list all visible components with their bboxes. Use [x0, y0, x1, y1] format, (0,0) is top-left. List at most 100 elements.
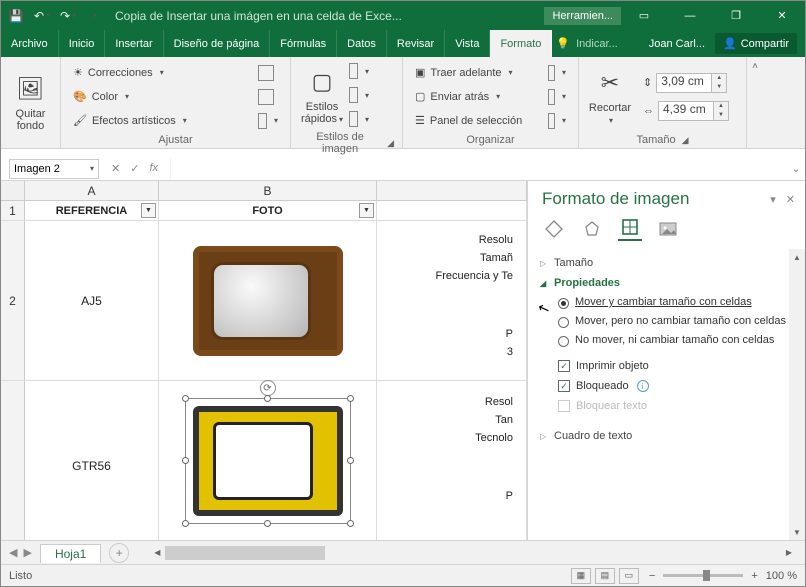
- picture-layout-button[interactable]: ▾: [345, 108, 373, 130]
- send-backward-button[interactable]: ▢Enviar atrás▾: [411, 86, 544, 108]
- resize-handle-n[interactable]: [264, 395, 271, 402]
- color-button[interactable]: 🎨Color▾: [69, 86, 254, 108]
- row-header-2[interactable]: 2: [1, 221, 25, 380]
- task-pane-options-icon[interactable]: ▾: [770, 193, 776, 206]
- align-button[interactable]: ▾: [544, 62, 570, 84]
- picture-effects-button[interactable]: ▾: [345, 84, 373, 106]
- rotate-handle[interactable]: ⟳: [260, 380, 276, 396]
- radio-no-move[interactable]: No mover, ni cambiar tamaño con celdas: [540, 331, 793, 350]
- change-picture-button[interactable]: [254, 86, 282, 108]
- accept-formula-icon[interactable]: ✓: [130, 162, 139, 175]
- reset-picture-button[interactable]: ▾: [254, 110, 282, 132]
- cell-b2[interactable]: [159, 221, 377, 381]
- formula-input[interactable]: [170, 159, 787, 179]
- view-page-layout-button[interactable]: ▤: [595, 568, 615, 584]
- cell-a3[interactable]: GTR56: [25, 381, 159, 540]
- fx-icon[interactable]: fx: [149, 162, 158, 175]
- minimize-button[interactable]: —: [667, 1, 713, 30]
- radio-move-resize[interactable]: Mover y cambiar tamaño con celdas: [540, 293, 793, 312]
- zoom-level[interactable]: 100 %: [766, 570, 797, 582]
- share-button[interactable]: 👤Compartir: [715, 33, 797, 54]
- picture-tab-icon[interactable]: [656, 217, 680, 241]
- cancel-formula-icon[interactable]: ✕: [111, 162, 120, 175]
- tv-image-2-selected[interactable]: [193, 406, 343, 516]
- crop-button[interactable]: ✂ Recortar▾: [587, 60, 633, 133]
- sheet-nav-next[interactable]: ▶: [23, 546, 31, 559]
- section-textbox[interactable]: ▷Cuadro de texto: [540, 426, 793, 446]
- task-pane-scrollbar[interactable]: ▲▼: [789, 249, 805, 540]
- tab-formulas[interactable]: Fórmulas: [270, 30, 337, 57]
- undo-icon[interactable]: ↶▾: [33, 7, 51, 25]
- compress-pictures-button[interactable]: [254, 62, 282, 84]
- ribbon-options-icon[interactable]: ▭: [621, 1, 667, 30]
- info-icon[interactable]: i: [637, 380, 649, 392]
- rotate-button[interactable]: ▾: [544, 110, 570, 132]
- resize-handle-se[interactable]: [347, 520, 354, 527]
- tell-me[interactable]: 💡Indicar...: [556, 30, 617, 57]
- section-size[interactable]: ▷Tamaño: [540, 253, 793, 273]
- tab-insert[interactable]: Insertar: [105, 30, 163, 57]
- group-button[interactable]: ▾: [544, 86, 570, 108]
- sheet-nav-prev[interactable]: ◀: [9, 546, 17, 559]
- cell-b3[interactable]: ⟳: [159, 381, 377, 540]
- zoom-slider[interactable]: [663, 574, 743, 577]
- tab-page-layout[interactable]: Diseño de página: [164, 30, 271, 57]
- name-box[interactable]: Imagen 2▾: [9, 159, 99, 179]
- corrections-button[interactable]: ☀Correcciones▾: [69, 62, 254, 84]
- save-icon[interactable]: 💾: [7, 7, 25, 25]
- resize-handle-w[interactable]: [182, 457, 189, 464]
- cell-a2[interactable]: AJ5: [25, 221, 159, 380]
- picture-border-button[interactable]: ▾: [345, 60, 373, 82]
- selection-pane-button[interactable]: ☰Panel de selección: [411, 110, 544, 132]
- zoom-in-button[interactable]: +: [751, 570, 757, 582]
- resize-handle-s[interactable]: [264, 520, 271, 527]
- resize-handle-e[interactable]: [347, 457, 354, 464]
- cell-a1[interactable]: REFERENCIA▼: [25, 201, 159, 220]
- horizontal-scrollbar[interactable]: ◀▶: [149, 545, 797, 561]
- user-name[interactable]: Joan Carl...: [649, 38, 705, 50]
- size-properties-tab-icon[interactable]: [618, 217, 642, 241]
- tab-home[interactable]: Inicio: [59, 30, 106, 57]
- cell-c1[interactable]: [377, 201, 527, 220]
- artistic-effects-button[interactable]: 🖌Efectos artísticos▾: [69, 110, 254, 132]
- tab-view[interactable]: Vista: [445, 30, 490, 57]
- view-page-break-button[interactable]: ▭: [619, 568, 639, 584]
- row-header-1[interactable]: 1: [1, 201, 25, 220]
- expand-formula-bar-button[interactable]: ⌄: [787, 162, 805, 175]
- tab-review[interactable]: Revisar: [387, 30, 445, 57]
- width-input[interactable]: 4,39 cm▲▼: [658, 101, 729, 121]
- cell-b1[interactable]: FOTO▼: [159, 201, 377, 220]
- restore-button[interactable]: ❐: [713, 1, 759, 30]
- resize-handle-ne[interactable]: [347, 395, 354, 402]
- resize-handle-sw[interactable]: [182, 520, 189, 527]
- add-sheet-button[interactable]: +: [109, 543, 129, 563]
- filter-button-foto[interactable]: ▼: [359, 203, 374, 218]
- fill-line-tab-icon[interactable]: [542, 217, 566, 241]
- section-properties[interactable]: ◢Propiedades: [540, 273, 793, 293]
- zoom-out-button[interactable]: −: [649, 570, 655, 582]
- collapse-ribbon-button[interactable]: ˄: [747, 57, 763, 148]
- tab-format[interactable]: Formato: [490, 30, 552, 57]
- view-normal-button[interactable]: ▦: [571, 568, 591, 584]
- sheet-tab-hoja1[interactable]: Hoja1: [40, 544, 101, 563]
- column-header-rest[interactable]: [377, 181, 527, 200]
- check-print-object[interactable]: ✓Imprimir objeto: [540, 356, 793, 376]
- qat-customize-icon[interactable]: ▾: [85, 7, 103, 25]
- bring-forward-button[interactable]: ▣Traer adelante▾: [411, 62, 544, 84]
- filter-button-ref[interactable]: ▼: [141, 203, 156, 218]
- column-header-a[interactable]: A: [25, 181, 159, 200]
- redo-icon[interactable]: ↷▾: [59, 7, 77, 25]
- row-header-3[interactable]: [1, 381, 25, 540]
- select-all-corner[interactable]: [1, 181, 25, 200]
- task-pane-close-icon[interactable]: ✕: [786, 193, 795, 206]
- radio-move-only[interactable]: ↖ Mover, pero no cambiar tamaño con celd…: [540, 312, 793, 331]
- close-button[interactable]: ✕: [759, 1, 805, 30]
- quick-styles-button[interactable]: ▢ Estilosrápidos▾: [299, 60, 345, 130]
- remove-background-button[interactable]: 🖼 Quitarfondo: [9, 60, 52, 145]
- effects-tab-icon[interactable]: [580, 217, 604, 241]
- column-header-b[interactable]: B: [159, 181, 377, 200]
- resize-handle-nw[interactable]: [182, 395, 189, 402]
- check-locked[interactable]: ✓Bloqueadoi: [540, 376, 793, 396]
- tab-file[interactable]: Archivo: [1, 30, 59, 57]
- tab-data[interactable]: Datos: [337, 30, 387, 57]
